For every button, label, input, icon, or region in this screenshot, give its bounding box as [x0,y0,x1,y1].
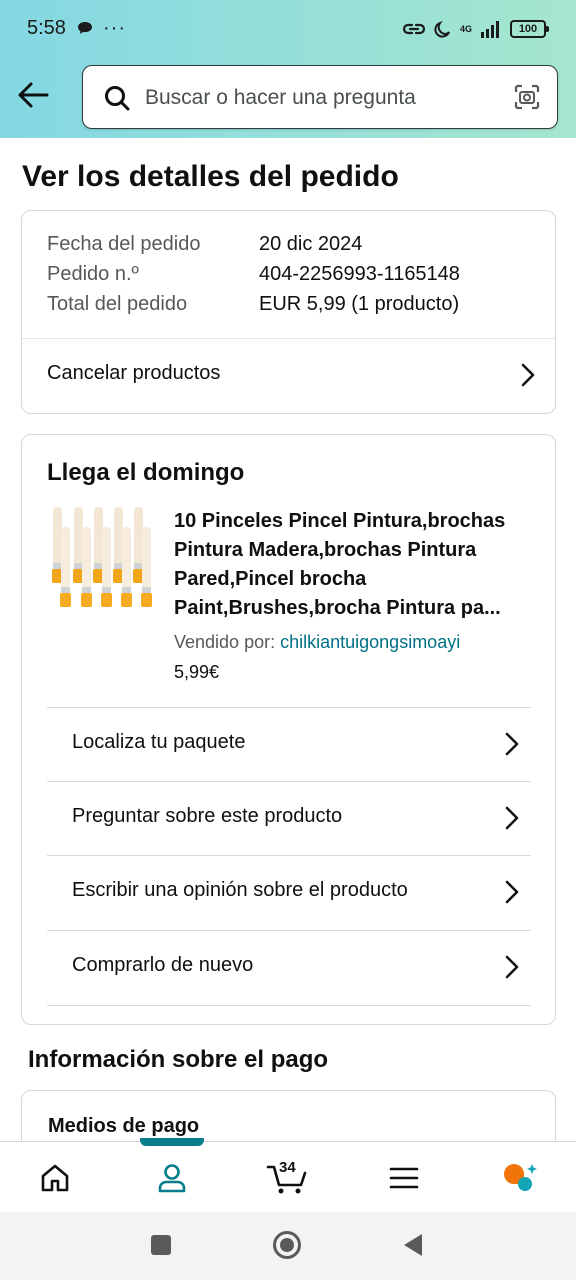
battery-level: 100 [518,23,538,35]
search-icon [105,86,130,111]
camera-scan-icon[interactable] [513,83,541,111]
seller-line: Vendido por: chilkiantuigongsimoayi [174,632,460,653]
chevron-right-icon [505,955,519,979]
home-icon [41,1164,69,1191]
status-bar: 5:58 ··· 4G 100 [0,0,576,58]
ask-product-question-row[interactable]: Preguntar sobre este producto [47,781,531,855]
order-total-value: EUR 5,99 (1 producto) [259,293,460,315]
shipment-card: Llega el domingo 10 Pinceles Pincel Pint… [21,434,556,1025]
order-summary-card: Fecha del pedido 20 dic 2024 Pedido n.º … [21,210,556,414]
product-thumbnail[interactable] [47,505,157,615]
cart-count-badge: 34 [279,1159,296,1176]
product-price: 5,99€ [174,662,220,682]
status-time: 5:58 [27,17,66,39]
sold-by-label: Vendido por: [174,632,276,652]
app-header: 5:58 ··· 4G 100 Buscar o hacer una pregu… [0,0,576,138]
buy-again-row[interactable]: Comprarlo de nuevo [47,930,531,1004]
nav-cart[interactable] [240,1142,336,1213]
status-indicators: 4G 100 [402,18,549,40]
back-triangle-icon[interactable] [402,1232,424,1258]
chevron-right-icon [505,880,519,904]
arrival-heading: Llega el domingo [47,459,245,486]
ai-assistant-icon [504,1163,537,1191]
chevron-right-icon [505,806,519,830]
order-number-value: 404-2256993-1165148 [259,263,460,285]
cancel-products-label: Cancelar productos [47,362,221,384]
track-package-label: Localiza tu paquete [72,731,246,753]
chat-notification-icon [78,22,92,34]
product-title[interactable]: 10 Pinceles Pincel Pintura,brochas Pintu… [174,507,534,623]
payment-section-title: Información sobre el pago [28,1046,329,1073]
link-icon [402,23,426,35]
bottom-navigation [0,1138,576,1213]
back-arrow-icon[interactable] [16,80,50,110]
signal-strength-icon [481,21,499,38]
order-total-label: Total del pedido [47,293,188,315]
chevron-right-icon [505,732,519,756]
track-package-row[interactable]: Localiza tu paquete [47,707,531,781]
order-date-value: 20 dic 2024 [259,233,363,255]
nav-menu[interactable] [356,1142,452,1213]
write-review-label: Escribir una opinión sobre el producto [72,879,408,901]
nav-account[interactable] [124,1142,220,1213]
cancel-products-row[interactable]: Cancelar productos [22,339,555,414]
nav-rufus-assistant[interactable] [472,1142,568,1213]
nav-home[interactable] [7,1142,103,1213]
search-placeholder: Buscar o hacer una pregunta [145,86,416,109]
system-navigation-bar [0,1212,576,1280]
order-number-label: Pedido n.º [47,263,139,285]
do-not-disturb-moon-icon [434,20,450,38]
seller-link[interactable]: chilkiantuigongsimoayi [280,632,460,652]
order-date-label: Fecha del pedido [47,233,201,255]
divider [47,1005,531,1006]
search-bar[interactable]: Buscar o hacer una pregunta [82,65,558,129]
ask-product-question-label: Preguntar sobre este producto [72,805,343,827]
page-title: Ver los detalles del pedido [22,160,399,193]
more-notifications-icon: ··· [103,17,126,39]
network-type: 4G [459,23,472,34]
person-icon [158,1163,186,1192]
home-circle-icon[interactable] [272,1230,302,1260]
hamburger-menu-icon [389,1167,419,1188]
chevron-right-icon [521,363,535,387]
recent-apps-square-icon[interactable] [150,1234,172,1256]
buy-again-label: Comprarlo de nuevo [72,954,254,976]
paintbrush-icon [52,507,152,607]
battery-icon: 100 [510,20,549,38]
write-review-row[interactable]: Escribir una opinión sobre el producto [47,855,531,929]
payment-methods-heading: Medios de pago [48,1115,200,1137]
